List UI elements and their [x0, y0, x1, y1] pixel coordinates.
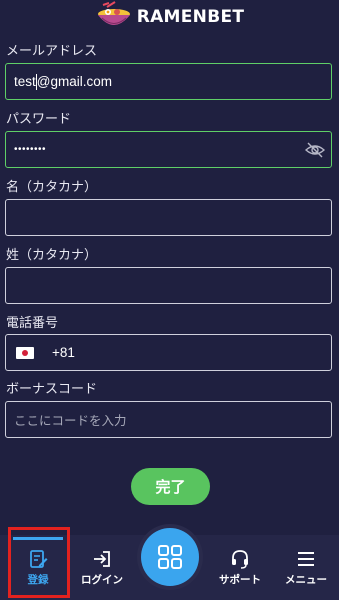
nav-menu[interactable]: メニュー	[276, 535, 336, 600]
phone-label: 電話番号	[6, 316, 59, 331]
registration-screen: RAMENBET メールアドレス test @gmail.com パスワード ••…	[0, 0, 339, 600]
grid-icon	[158, 545, 182, 569]
password-field[interactable]: ••••••••	[5, 131, 332, 168]
phone-field[interactable]: +81	[5, 334, 332, 371]
eye-slash-icon[interactable]	[305, 141, 325, 159]
japan-flag-icon[interactable]	[16, 346, 34, 359]
nav-login-label: ログイン	[81, 573, 123, 586]
highlight-annotation-box	[8, 527, 70, 598]
password-value: ••••••••	[14, 144, 47, 155]
password-label: パスワード	[6, 112, 72, 127]
ramen-bowl-icon	[97, 1, 130, 25]
bonus-code-placeholder: ここにコードを入力	[14, 413, 127, 428]
last-name-label: 姓（カタカナ）	[6, 248, 98, 263]
first-name-label: 名（カタカナ）	[6, 180, 98, 195]
phone-dial-code: +81	[52, 345, 75, 360]
email-value-part1: test	[14, 74, 36, 89]
first-name-field[interactable]	[5, 199, 332, 236]
submit-button[interactable]: 完了	[131, 468, 210, 505]
bonus-code-label: ボーナスコード	[6, 382, 98, 397]
nav-login[interactable]: ログイン	[76, 535, 128, 600]
nav-menu-label: メニュー	[285, 573, 327, 586]
headset-icon	[232, 549, 248, 569]
email-value-part2: @gmail.com	[36, 74, 112, 89]
nav-support[interactable]: サポート	[210, 535, 270, 600]
header: RAMENBET	[0, 0, 339, 34]
email-label: メールアドレス	[6, 44, 98, 59]
nav-support-label: サポート	[219, 573, 261, 586]
bonus-code-field[interactable]: ここにコードを入力	[5, 401, 332, 438]
email-field[interactable]: test @gmail.com	[5, 63, 332, 100]
center-menu-button[interactable]	[141, 528, 199, 586]
brand-name: RAMENBET	[136, 7, 245, 27]
login-arrow-icon	[94, 550, 110, 567]
brand-logo[interactable]: RAMENBET	[95, 1, 245, 33]
last-name-field[interactable]	[5, 267, 332, 304]
hamburger-icon	[298, 551, 314, 566]
